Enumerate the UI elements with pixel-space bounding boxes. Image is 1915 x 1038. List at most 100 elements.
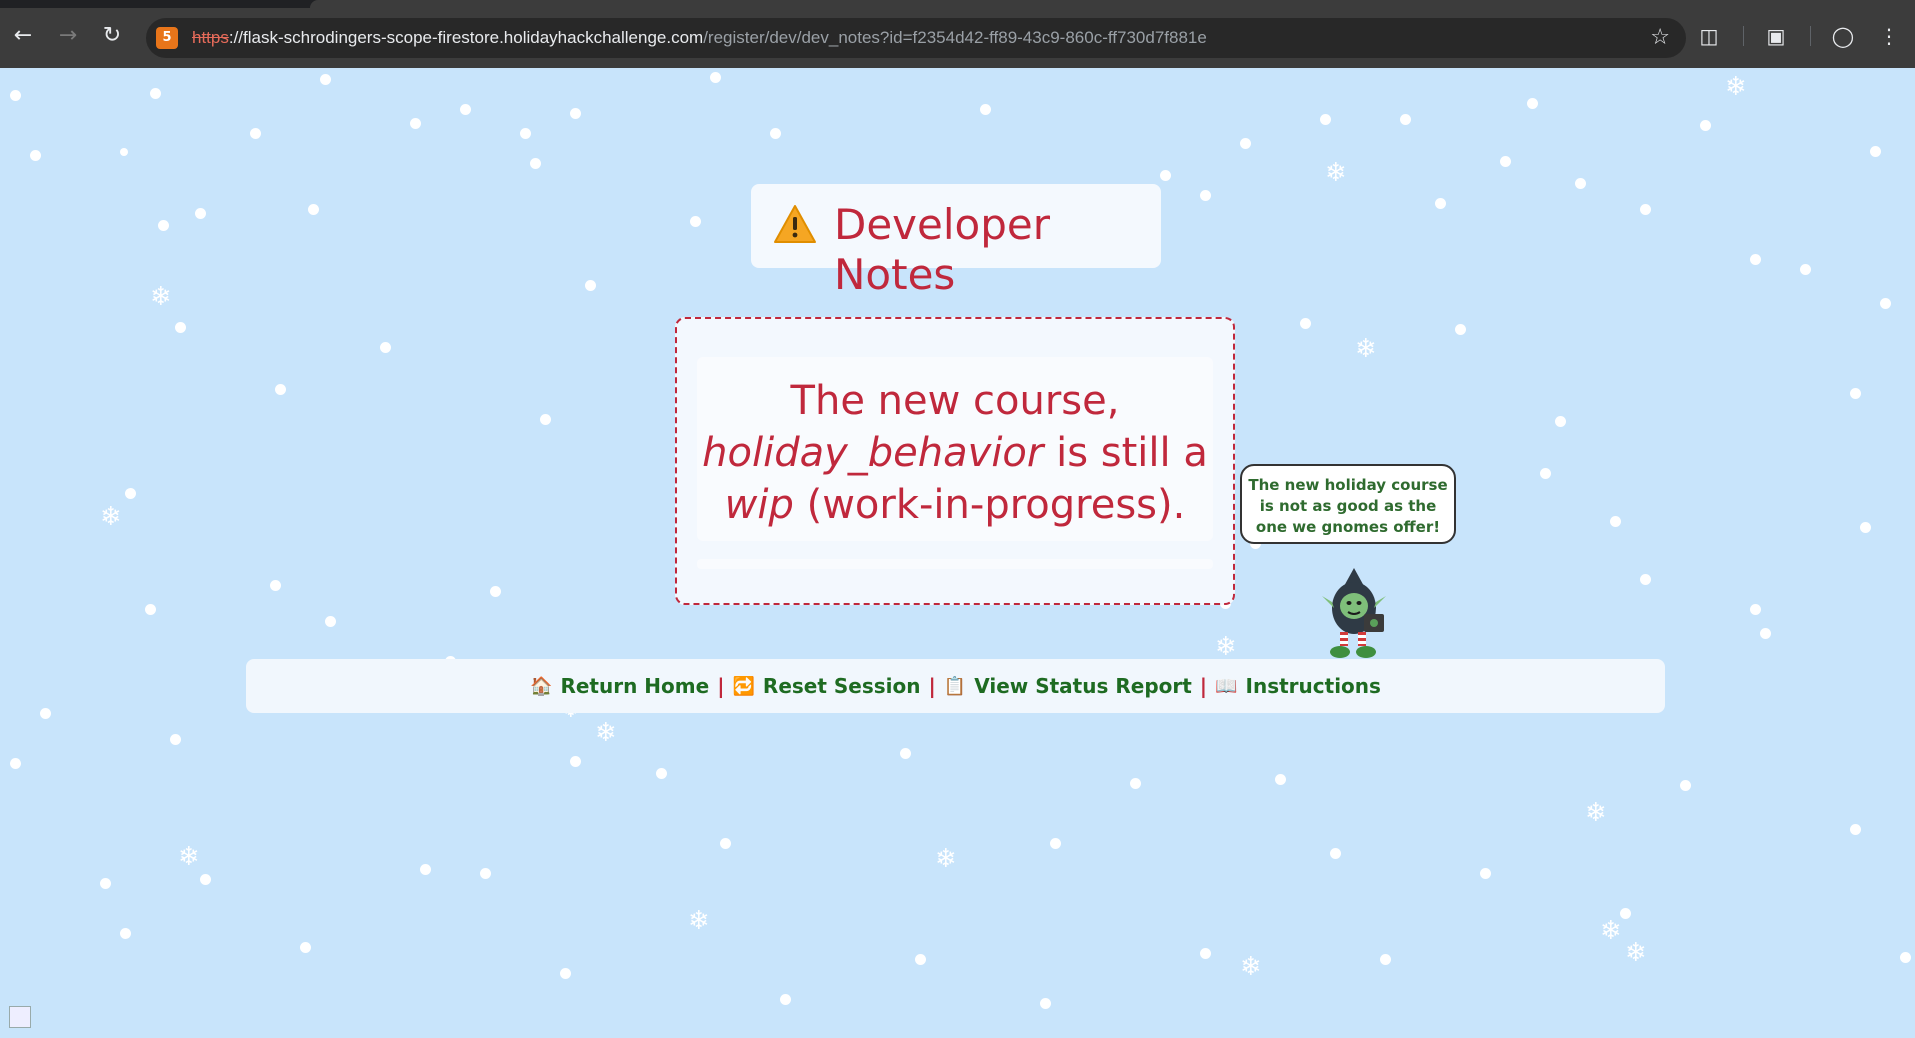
snowflake xyxy=(270,580,281,591)
snowflake-star: ❄ xyxy=(1215,632,1237,662)
snowflake xyxy=(10,758,21,769)
broken-image-icon xyxy=(9,1006,31,1028)
snowflake xyxy=(1850,824,1861,835)
snowflake xyxy=(275,384,286,395)
snowflake xyxy=(1200,190,1211,201)
return-home-label: Return Home xyxy=(560,674,710,698)
forward-icon[interactable]: → xyxy=(54,22,82,50)
snowflake xyxy=(1860,522,1871,533)
note-message: The new course, holiday_behavior is stil… xyxy=(697,375,1213,531)
tab-search-icon[interactable]: ▣ xyxy=(1762,22,1790,50)
address-bar[interactable]: 5 https://flask-schrodingers-scope-fires… xyxy=(146,18,1686,58)
tab-strip xyxy=(0,0,1915,8)
snowflake xyxy=(1275,774,1286,785)
snowflake xyxy=(460,104,471,115)
snowflake xyxy=(1330,848,1341,859)
snowflake xyxy=(585,280,596,291)
gnome-speech-bubble: The new holiday course is not as good as… xyxy=(1240,464,1456,544)
snowflake xyxy=(720,838,731,849)
snowflake-star: ❄ xyxy=(1625,938,1647,968)
snowflake xyxy=(300,942,311,953)
note-line-1: The new course, xyxy=(790,378,1120,424)
snowflake xyxy=(490,586,501,597)
snowflake xyxy=(125,488,136,499)
snowflake xyxy=(175,322,186,333)
snowflake xyxy=(980,104,991,115)
snowflake xyxy=(120,148,128,156)
snowflake xyxy=(120,928,131,939)
note-line-3: (work-in-progress). xyxy=(793,482,1186,528)
snowflake xyxy=(1640,574,1651,585)
snowflake xyxy=(770,128,781,139)
snowflake xyxy=(915,954,926,965)
snowflake xyxy=(1500,156,1511,167)
snowflake xyxy=(1455,324,1466,335)
nav-links: 🏠 Return Home | 🔁 Reset Session | 📋 View… xyxy=(246,659,1665,713)
page-title: Developer Notes xyxy=(834,200,1051,299)
snowflake xyxy=(30,150,41,161)
url-path: /register/dev/dev_notes?id=f2354d42-ff89… xyxy=(703,28,1207,47)
developer-note-card: The new course, holiday_behavior is stil… xyxy=(675,317,1235,605)
snowflake xyxy=(150,88,161,99)
snowflake xyxy=(1380,954,1391,965)
url-text[interactable]: https://flask-schrodingers-scope-firesto… xyxy=(192,18,1207,58)
snowflake xyxy=(656,768,667,779)
reload-icon[interactable]: ↻ xyxy=(98,22,126,50)
snowflake xyxy=(1750,604,1761,615)
profile-icon[interactable]: ◯ xyxy=(1829,22,1857,50)
snowflake xyxy=(520,128,531,139)
snowflake xyxy=(1610,516,1621,527)
view-status-report-label: View Status Report xyxy=(974,674,1192,698)
nav-separator: | xyxy=(928,674,936,698)
back-icon[interactable]: ← xyxy=(9,22,37,50)
view-status-report-link[interactable]: 📋 View Status Report xyxy=(944,674,1192,698)
snowflake xyxy=(1240,138,1251,149)
wip-label: wip xyxy=(724,482,794,528)
snowflake xyxy=(1300,318,1311,329)
nav-separator: | xyxy=(1199,674,1208,698)
snowflake-star: ❄ xyxy=(1725,72,1747,102)
snowflake xyxy=(1850,388,1861,399)
url-host: ://flask-schrodingers-scope-firestore.ho… xyxy=(228,28,704,47)
snowflake xyxy=(780,994,791,1005)
toolbar-divider xyxy=(1743,26,1744,46)
repeat-icon: 🔁 xyxy=(732,675,755,697)
snowflake xyxy=(1700,120,1711,131)
note-footer-strip xyxy=(697,559,1213,569)
site-info-icon[interactable]: 5 xyxy=(156,27,178,49)
snowflake xyxy=(710,72,721,83)
snowflake xyxy=(195,208,206,219)
instructions-link[interactable]: 📖 Instructions xyxy=(1215,674,1381,698)
snowflake xyxy=(1555,416,1566,427)
footer-nav: 🏠 Return Home | 🔁 Reset Session | 📋 View… xyxy=(246,659,1665,713)
snowflake xyxy=(480,868,491,879)
snowflake-star: ❄ xyxy=(595,718,617,748)
snowflake xyxy=(325,616,336,627)
snowflake xyxy=(1750,254,1761,265)
note-line-2: is still a xyxy=(1043,430,1208,476)
snowflake xyxy=(1800,264,1811,275)
snowflake xyxy=(1435,198,1446,209)
page-body: ❄ ❄ ❄ ❄ ❄ ❄ ❄ ❄ ❄ ❄ ❄ ❄ ❄ ❄ ❄ Developer … xyxy=(0,68,1915,1038)
snowflake xyxy=(1880,298,1891,309)
snowflake xyxy=(170,734,181,745)
snowflake xyxy=(1870,146,1881,157)
browser-toolbar: ← → ↻ 5 https://flask-schrodingers-scope… xyxy=(0,0,1915,68)
snowflake-star: ❄ xyxy=(178,842,200,872)
reset-session-label: Reset Session xyxy=(762,674,921,698)
house-icon: 🏠 xyxy=(530,675,553,697)
extensions-icon[interactable]: ◫ xyxy=(1695,22,1723,50)
snowflake xyxy=(1200,948,1211,959)
snowflake xyxy=(158,220,169,231)
snowflake-star: ❄ xyxy=(1240,952,1262,982)
menu-icon[interactable]: ⋮ xyxy=(1875,22,1903,50)
return-home-link[interactable]: 🏠 Return Home xyxy=(530,674,709,698)
bookmark-star-icon[interactable]: ☆ xyxy=(1650,18,1670,58)
reset-session-link[interactable]: 🔁 Reset Session xyxy=(733,674,921,698)
note-content: The new course, holiday_behavior is stil… xyxy=(697,357,1213,541)
snowflake-star: ❄ xyxy=(1355,334,1377,364)
warning-icon xyxy=(774,205,816,243)
snowflake xyxy=(570,756,581,767)
snowflake xyxy=(1640,204,1651,215)
snowflake xyxy=(1400,114,1411,125)
